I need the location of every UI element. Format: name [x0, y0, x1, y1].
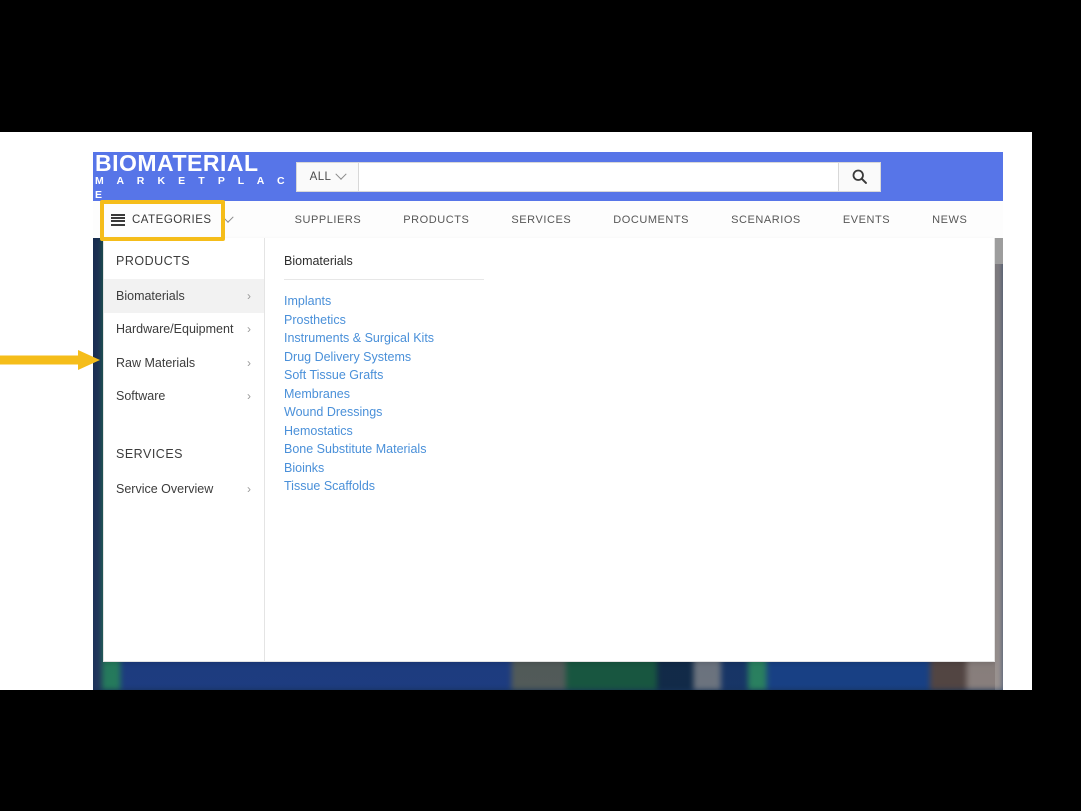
dropdown-sidebar: PRODUCTS Biomaterials › Hardware/Equipme…: [104, 238, 265, 661]
sidebar-item-biomaterials[interactable]: Biomaterials ›: [104, 279, 264, 313]
site-header: BIOMATERIAL M A R K E T P L A C E ALL: [93, 149, 1003, 202]
nav-items-list: SUPPLIERS PRODUCTS SERVICES DOCUMENTS SC…: [274, 214, 989, 226]
screenshot-canvas: BIOMATERIAL M A R K E T P L A C E ALL CA…: [0, 0, 1081, 811]
sidebar-item-label: Software: [116, 389, 166, 404]
sidebar-item-software[interactable]: Software ›: [104, 380, 264, 414]
subcategory-link-bioinks[interactable]: Bioinks: [284, 459, 324, 478]
nav-item-events[interactable]: EVENTS: [822, 214, 911, 226]
search-button[interactable]: [838, 161, 881, 192]
chevron-right-icon: ›: [247, 355, 251, 370]
sidebar-item-label: Hardware/Equipment: [116, 322, 234, 337]
chevron-down-icon: [335, 168, 347, 180]
nav-item-suppliers[interactable]: SUPPLIERS: [274, 214, 383, 226]
subcategory-link-tissue-scaffolds[interactable]: Tissue Scaffolds: [284, 477, 375, 496]
sidebar-item-service-overview[interactable]: Service Overview ›: [104, 472, 264, 506]
sidebar-item-label: Biomaterials: [116, 288, 185, 303]
chevron-right-icon: ›: [247, 389, 251, 404]
chevron-right-icon: ›: [247, 481, 251, 496]
subcategory-link-drug-delivery-systems[interactable]: Drug Delivery Systems: [284, 348, 411, 367]
chevron-right-icon: ›: [247, 322, 251, 337]
sidebar-heading-products: PRODUCTS: [116, 254, 191, 268]
subcategory-link-prosthetics[interactable]: Prosthetics: [284, 311, 346, 330]
search-scope-label: ALL: [309, 170, 332, 183]
search-icon: [852, 169, 867, 184]
chevron-right-icon: ›: [247, 288, 251, 303]
sidebar-item-hardware-equipment[interactable]: Hardware/Equipment ›: [104, 313, 264, 347]
search-input[interactable]: [358, 161, 838, 192]
nav-item-scenarios[interactable]: SCENARIOS: [710, 214, 822, 226]
sidebar-item-label: Service Overview: [116, 481, 214, 496]
dropdown-content-panel: Biomaterials Implants Prosthetics Instru…: [265, 238, 994, 661]
annotation-arrow: [0, 350, 100, 370]
nav-item-news[interactable]: NEWS: [911, 214, 988, 226]
page-scrollbar[interactable]: [995, 238, 1003, 690]
nav-item-documents[interactable]: DOCUMENTS: [592, 214, 710, 226]
sidebar-item-raw-materials[interactable]: Raw Materials ›: [104, 346, 264, 380]
page-letterbox-area: BIOMATERIAL M A R K E T P L A C E ALL CA…: [0, 132, 1032, 690]
categories-menu-button[interactable]: CATEGORIES: [93, 201, 246, 238]
subcategory-link-bone-substitute-materials[interactable]: Bone Substitute Materials: [284, 440, 426, 459]
subcategory-link-wound-dressings[interactable]: Wound Dressings: [284, 403, 382, 422]
nav-item-products[interactable]: PRODUCTS: [382, 214, 490, 226]
sidebar-heading-services: SERVICES: [116, 447, 183, 461]
scrollbar-thumb[interactable]: [995, 238, 1003, 264]
sidebar-item-label: Raw Materials: [116, 355, 196, 370]
site-logo[interactable]: BIOMATERIAL M A R K E T P L A C E: [95, 149, 291, 202]
nav-item-services[interactable]: SERVICES: [490, 214, 592, 226]
subcategory-link-list: Implants Prosthetics Instruments & Surgi…: [284, 292, 994, 496]
subcategory-link-soft-tissue-grafts[interactable]: Soft Tissue Grafts: [284, 366, 383, 385]
search-bar: ALL: [296, 161, 881, 192]
website-viewport: BIOMATERIAL M A R K E T P L A C E ALL CA…: [93, 132, 1003, 690]
subcategory-link-instruments-surgical-kits[interactable]: Instruments & Surgical Kits: [284, 329, 434, 348]
main-navigation-bar: CATEGORIES SUPPLIERS PRODUCTS SERVICES D…: [93, 201, 1003, 239]
logo-secondary-text: M A R K E T P L A C E: [95, 174, 290, 201]
search-scope-dropdown[interactable]: ALL: [296, 161, 358, 192]
logo-primary-text: BIOMATERIAL: [95, 149, 259, 176]
subcategory-link-membranes[interactable]: Membranes: [284, 385, 350, 404]
categories-button-label: CATEGORIES: [132, 213, 212, 226]
subcategory-link-hemostatics[interactable]: Hemostatics: [284, 422, 353, 441]
dropdown-panel-heading: Biomaterials: [284, 254, 484, 280]
subcategory-link-implants[interactable]: Implants: [284, 292, 331, 311]
categories-mega-dropdown: PRODUCTS Biomaterials › Hardware/Equipme…: [103, 238, 995, 662]
hamburger-icon: [111, 213, 125, 226]
chevron-down-icon: [221, 211, 234, 223]
